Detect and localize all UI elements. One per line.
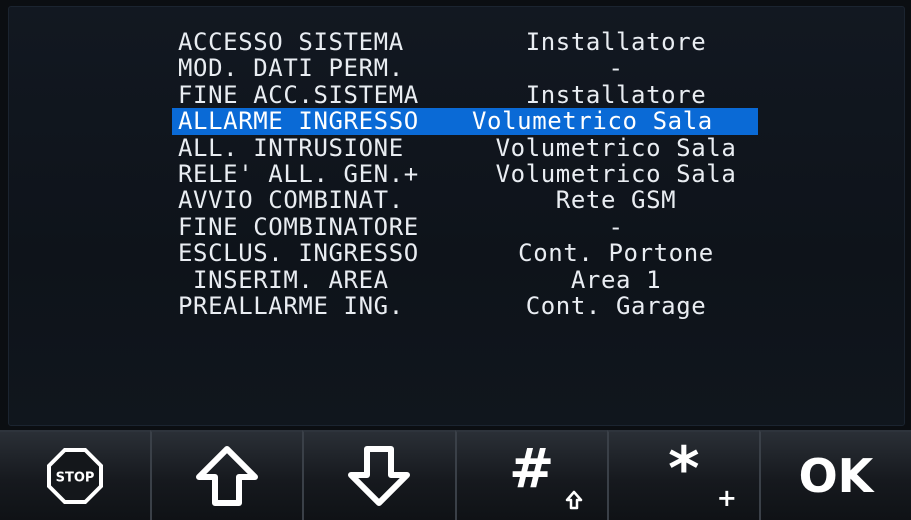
star-button[interactable]: * + xyxy=(606,430,759,520)
log-event: FINE ACC.SISTEMA xyxy=(178,80,419,109)
log-row[interactable]: INSERIM. AREA Area 1 xyxy=(172,265,772,294)
stop-button[interactable]: STOP xyxy=(0,430,151,520)
up-button[interactable] xyxy=(150,430,303,520)
plus-label: + xyxy=(716,484,737,512)
log-event: AVVIO COMBINAT. xyxy=(178,186,404,215)
log-event: RELE' ALL. GEN.+ xyxy=(178,159,419,188)
log-row[interactable]: MOD. DATI PERM. - xyxy=(172,54,772,83)
log-row[interactable]: PREALLARME ING. Cont. Garage xyxy=(172,291,772,320)
ok-button[interactable]: OK xyxy=(758,430,911,520)
log-event: MOD. DATI PERM. xyxy=(178,54,404,83)
log-row[interactable]: RELE' ALL. GEN.+ Volumetrico Sala xyxy=(172,159,772,188)
log-source: Installatore xyxy=(525,28,707,56)
log-row[interactable]: ALL. INTRUSIONE Volumetrico Sala xyxy=(172,133,772,162)
log-source: Cont. Portone xyxy=(518,239,714,268)
panel-screen: ACCESSO SISTEMA Installatore MOD. DATI P… xyxy=(0,0,911,520)
log-row-selected[interactable]: ALLARME INGRESSO Volumetrico Sala xyxy=(172,107,758,136)
log-row[interactable]: FINE COMBINATORE - xyxy=(172,212,772,241)
arrow-up-icon xyxy=(196,446,259,506)
log-source: Volumetrico Sala xyxy=(472,107,713,136)
hash-label: # xyxy=(508,437,555,500)
log-row[interactable]: FINE ACC.SISTEMA Installatore xyxy=(172,80,772,109)
log-event: ESCLUS. INGRESSO xyxy=(178,239,419,268)
log-event: INSERIM. AREA xyxy=(178,265,389,294)
stop-label: STOP xyxy=(56,471,95,486)
event-log-display: ACCESSO SISTEMA Installatore MOD. DATI P… xyxy=(8,6,905,426)
log-event: FINE COMBINATORE xyxy=(178,212,419,241)
event-log-list: ACCESSO SISTEMA Installatore MOD. DATI P… xyxy=(172,29,772,319)
log-row[interactable]: AVVIO COMBINAT. Rete GSM xyxy=(172,186,772,215)
down-button[interactable] xyxy=(302,430,455,520)
small-arrow-up-icon xyxy=(565,490,582,510)
log-event: ACCESSO SISTEMA xyxy=(178,28,404,56)
star-label: * xyxy=(668,434,700,504)
log-source: Cont. Garage xyxy=(525,291,707,320)
arrow-down-icon xyxy=(348,446,411,506)
log-source: - xyxy=(608,212,624,241)
log-row[interactable]: ESCLUS. INGRESSO Cont. Portone xyxy=(172,239,772,268)
log-row[interactable]: ACCESSO SISTEMA Installatore xyxy=(172,28,772,56)
log-event: PREALLARME ING. xyxy=(178,291,404,320)
log-source: Volumetrico Sala xyxy=(495,133,737,162)
log-source: Area 1 xyxy=(570,265,662,294)
log-source: Installatore xyxy=(525,80,707,109)
stop-sign-icon: STOP xyxy=(47,448,104,504)
ok-label: OK xyxy=(798,449,874,503)
log-source: Rete GSM xyxy=(555,186,677,215)
log-source: - xyxy=(608,54,624,83)
log-source: Volumetrico Sala xyxy=(495,159,737,188)
hash-button[interactable]: # xyxy=(454,430,607,520)
log-event: ALLARME INGRESSO xyxy=(178,107,419,136)
log-event: ALL. INTRUSIONE xyxy=(178,133,404,162)
soft-key-bar: STOP # * + OK xyxy=(0,430,911,520)
